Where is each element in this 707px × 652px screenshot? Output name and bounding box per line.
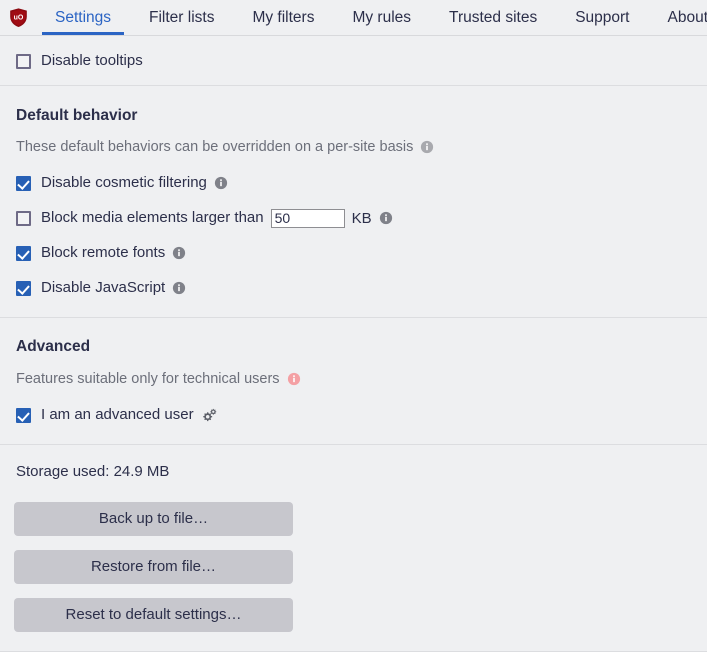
advanced-user-label: I am an advanced user <box>41 406 194 424</box>
section-divider <box>0 85 707 86</box>
tab-about[interactable]: About <box>649 0 707 35</box>
disable-cosmetic-filtering-label: Disable cosmetic filtering <box>41 174 207 192</box>
setting-block-remote-fonts[interactable]: Block remote fonts <box>0 242 707 264</box>
settings-page: Disable tooltips Default behavior These … <box>0 50 707 652</box>
tab-my-filters[interactable]: My filters <box>233 0 333 35</box>
tab-label: Filter lists <box>149 9 214 27</box>
default-behavior-heading: Default behavior <box>0 107 707 125</box>
advanced-description: Features suitable only for technical use… <box>0 371 707 387</box>
storage-used-label: Storage used: 24.9 MB <box>0 463 707 480</box>
svg-text:uO: uO <box>13 14 23 21</box>
disable-javascript-label: Disable JavaScript <box>41 279 165 297</box>
setting-block-media-elements[interactable]: Block media elements larger than KB <box>0 207 707 229</box>
tab-my-rules[interactable]: My rules <box>333 0 430 35</box>
tab-label: Trusted sites <box>449 9 537 27</box>
setting-disable-javascript[interactable]: Disable JavaScript <box>0 277 707 299</box>
tab-label: My filters <box>252 9 314 27</box>
tab-label: Support <box>575 9 629 27</box>
tab-label: My rules <box>352 9 411 27</box>
block-media-size-input[interactable] <box>271 209 345 228</box>
info-icon-warning[interactable] <box>287 372 301 386</box>
block-remote-fonts-checkbox[interactable] <box>16 246 31 261</box>
advanced-heading: Advanced <box>0 338 707 356</box>
disable-cosmetic-filtering-checkbox[interactable] <box>16 176 31 191</box>
block-media-elements-checkbox[interactable] <box>16 211 31 226</box>
restore-from-file-button[interactable]: Restore from file… <box>14 550 293 584</box>
setting-disable-tooltips[interactable]: Disable tooltips <box>0 50 707 72</box>
section-divider <box>0 317 707 318</box>
advanced-user-checkbox[interactable] <box>16 408 31 423</box>
info-icon[interactable] <box>172 281 186 295</box>
backup-to-file-button[interactable]: Back up to file… <box>14 502 293 536</box>
tab-settings[interactable]: Settings <box>36 0 130 35</box>
tab-label: About <box>668 9 707 27</box>
block-remote-fonts-label: Block remote fonts <box>41 244 165 262</box>
tab-bar: uO Settings Filter lists My filters My r… <box>0 0 707 36</box>
tab-label: Settings <box>55 9 111 27</box>
default-behavior-description: These default behaviors can be overridde… <box>0 139 707 155</box>
section-divider <box>0 444 707 445</box>
default-behavior-description-text: These default behaviors can be overridde… <box>16 139 413 155</box>
reset-to-default-settings-button[interactable]: Reset to default settings… <box>14 598 293 632</box>
info-icon[interactable] <box>214 176 228 190</box>
advanced-description-text: Features suitable only for technical use… <box>16 371 280 387</box>
tab-trusted-sites[interactable]: Trusted sites <box>430 0 556 35</box>
disable-javascript-checkbox[interactable] <box>16 281 31 296</box>
setting-disable-cosmetic-filtering[interactable]: Disable cosmetic filtering <box>0 172 707 194</box>
block-media-elements-label: Block media elements larger than <box>41 209 264 227</box>
tab-filter-lists[interactable]: Filter lists <box>130 0 233 35</box>
disable-tooltips-label: Disable tooltips <box>41 52 143 70</box>
info-icon[interactable] <box>379 211 393 225</box>
info-icon[interactable] <box>172 246 186 260</box>
info-icon[interactable] <box>420 140 434 154</box>
setting-advanced-user[interactable]: I am an advanced user <box>0 404 707 426</box>
ublock-origin-shield-icon: uO <box>8 7 29 28</box>
app-logo: uO <box>0 0 36 35</box>
block-media-unit-label: KB <box>352 210 372 227</box>
tab-support[interactable]: Support <box>556 0 648 35</box>
gears-icon[interactable] <box>201 408 218 423</box>
disable-tooltips-checkbox[interactable] <box>16 54 31 69</box>
